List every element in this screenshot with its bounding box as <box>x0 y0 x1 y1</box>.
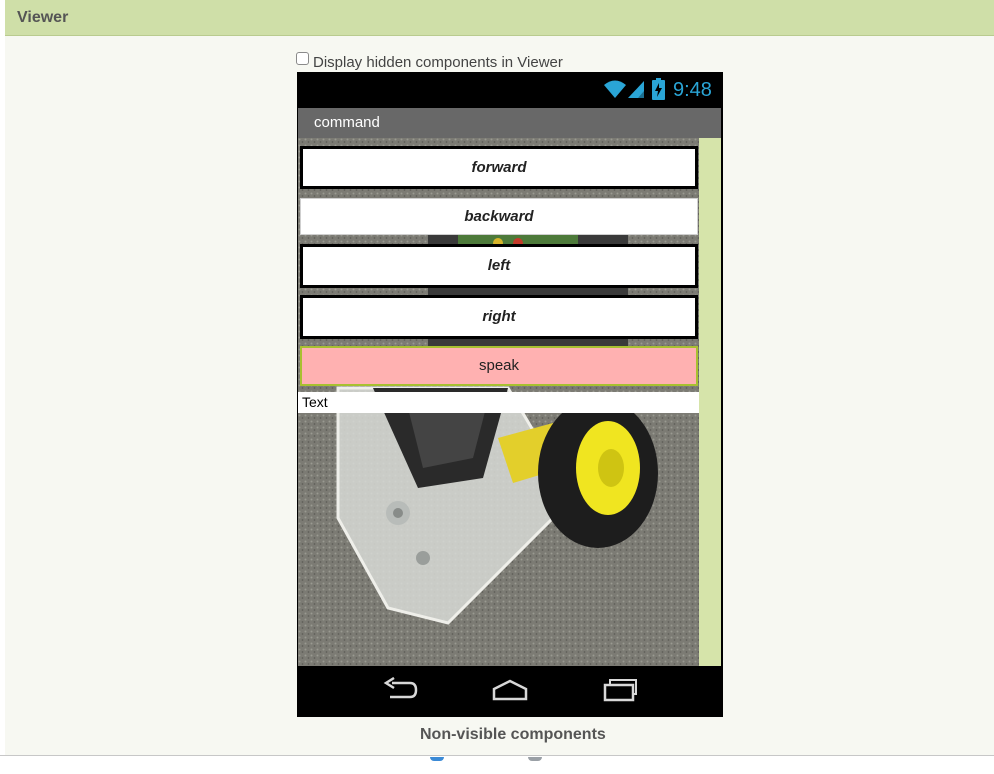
signal-icon <box>628 81 644 98</box>
android-nav-bar <box>297 666 723 717</box>
text-label-value: Text <box>302 394 328 410</box>
left-button-label: left <box>487 257 511 274</box>
backward-button-label: backward <box>464 208 534 225</box>
viewer-title: Viewer <box>17 9 69 26</box>
non-visible-component-icon[interactable] <box>528 757 542 761</box>
text-label: Text <box>298 392 699 413</box>
non-visible-component-icon[interactable] <box>430 757 444 761</box>
screen-right-margin <box>699 138 721 666</box>
app-title-bar: command <box>298 108 721 138</box>
left-panel-edge <box>0 0 5 774</box>
display-hidden-label[interactable]: Display hidden components in Viewer <box>313 54 563 71</box>
right-button-label: right <box>482 308 516 325</box>
home-icon[interactable] <box>491 677 529 703</box>
phone-preview: 9:48 command forward backward left right… <box>297 72 723 717</box>
screen-canvas: forward backward left right speak Text <box>298 138 699 666</box>
recents-icon[interactable] <box>602 677 638 703</box>
wifi-icon <box>604 80 626 98</box>
right-button[interactable]: right <box>300 295 698 339</box>
status-clock: 9:48 <box>673 79 712 101</box>
back-icon[interactable] <box>382 677 418 703</box>
viewer-header: Viewer <box>5 0 994 36</box>
backward-button[interactable]: backward <box>300 198 698 235</box>
forward-button[interactable]: forward <box>300 146 698 189</box>
non-visible-components-label: Non-visible components <box>420 726 606 743</box>
speak-button[interactable]: speak <box>300 346 698 386</box>
speak-button-label: speak <box>478 357 520 374</box>
screen-title: command <box>314 114 380 131</box>
battery-icon <box>652 78 665 100</box>
bottom-area <box>0 756 994 774</box>
left-button[interactable]: left <box>300 244 698 288</box>
display-hidden-checkbox[interactable] <box>296 52 309 65</box>
status-bar: 9:48 <box>297 72 723 108</box>
forward-button-label: forward <box>471 159 527 176</box>
